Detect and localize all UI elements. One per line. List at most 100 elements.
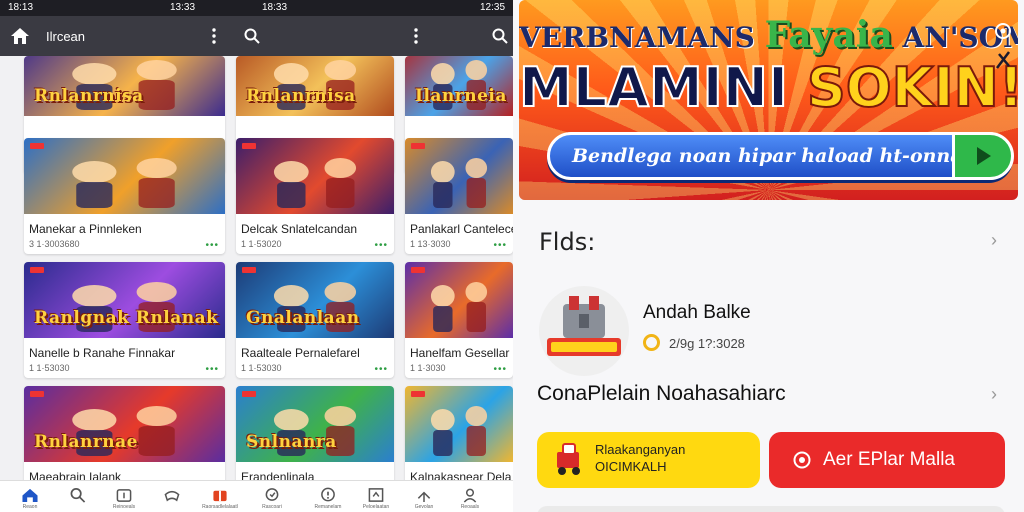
yellow-button-label: Rlaakanganyan OICIMKALH	[595, 441, 685, 475]
nav-item-controller[interactable]	[148, 481, 196, 512]
play-icon	[952, 132, 1014, 180]
game-card[interactable]: Ranlgnak Rnlanak Nanelle b Ranahe Finnaka…	[24, 262, 225, 378]
promo-banner[interactable]: VERBNAMANS Fayaia AN'SOMANIERHA! MLAMINI…	[519, 0, 1018, 200]
game-title: Hanelfam Gesellar	[410, 346, 510, 360]
new-badge	[30, 391, 44, 397]
info-icon	[321, 487, 335, 502]
nav-item-label: Peloelaatan	[362, 504, 390, 510]
more-icon[interactable]	[212, 16, 216, 56]
featured-app-row[interactable]: Andah Balke 2/9g 1?:3028	[539, 286, 1009, 376]
new-badge	[411, 391, 425, 397]
nav-item-info[interactable]: Remanelam	[304, 481, 352, 512]
box-icon	[116, 489, 132, 502]
game-thumbnail	[405, 262, 513, 338]
new-badge	[242, 391, 256, 397]
search-icon	[70, 488, 86, 503]
game-thumbnail	[405, 386, 513, 462]
status-bar: 18:13 13:33 18:33 12:35	[0, 0, 513, 16]
new-badge	[30, 143, 44, 149]
nav-item-badge[interactable]: Rascoari	[248, 481, 296, 512]
nav-item-gift[interactable]: Raorsadlelalaatl	[196, 481, 244, 512]
share-arrow-icon[interactable]	[994, 50, 1012, 75]
nav-item-search[interactable]	[54, 481, 102, 512]
profile-icon	[463, 488, 477, 503]
nav-item-label: Rascoari	[262, 504, 282, 510]
app-name: Andah Balke	[643, 302, 751, 323]
game-thumbnail: Rnlanrnisa	[236, 56, 394, 116]
game-card[interactable]: Delcak Snlatelcandan 1 1·53020 •••	[236, 138, 394, 254]
nav-item-label: Reoaals	[460, 504, 480, 510]
nav-item-label: Remanelam	[314, 504, 342, 510]
right-screen: VERBNAMANS Fayaia AN'SOMANIERHA! MLAMINI…	[513, 0, 1024, 512]
red-button-label: Aer EPlar Malla	[823, 449, 955, 470]
status-dots-icon: •••	[374, 240, 388, 251]
game-logo: Rnlanrnisa	[34, 86, 144, 106]
game-thumbnail	[236, 138, 394, 214]
delivery-icon	[553, 442, 587, 483]
nav-item-home[interactable]: Reaon	[6, 481, 54, 512]
game-logo: Rnlanrnisa	[246, 86, 356, 106]
banner-headline-part-2: Fayaia	[764, 14, 893, 56]
bottom-nav: Reaon Reinoeals Raorsadlelalaatl Rascoari Re…	[0, 480, 513, 512]
game-logo: Ilanrneia	[415, 86, 507, 106]
game-card[interactable]: Manekar a Pinnleken 3 1·3003680 •••	[24, 138, 225, 254]
status-time-2: 13:33	[170, 2, 196, 13]
game-card[interactable]: Hanelfam Gesellar 1 1·3030 •••	[405, 262, 513, 378]
chevron-right-icon-2[interactable]: ›	[991, 384, 997, 405]
game-title: Delcak Snlatelcandan	[241, 222, 358, 236]
bottom-strip	[537, 506, 1005, 512]
app-meta: 2/9g 1?:3028	[669, 336, 745, 351]
search-icon-2[interactable]	[492, 16, 508, 56]
banner-title-part-1: MLAMINI	[519, 55, 789, 120]
nav-item-share[interactable]: Gevolan	[400, 481, 448, 512]
promo-title: ConaPlelain Noahasahiarc	[537, 382, 786, 405]
red-action-button[interactable]: Aer EPlar Malla	[769, 432, 1005, 488]
game-card[interactable]: Panlakarl Cantelecean 1 13·3030 •••	[405, 138, 513, 254]
game-card[interactable]: Rnlanrnae Maeabrain Ialank	[24, 386, 225, 486]
nav-item-label: Gevolan	[414, 504, 434, 510]
game-thumbnail: Gnalanlaan	[236, 262, 394, 338]
game-logo: Gnalanlaan	[246, 308, 360, 328]
status-time-4: 12:35	[480, 2, 506, 13]
close-circle-icon[interactable]	[994, 22, 1012, 45]
status-dots-icon: •••	[205, 240, 219, 251]
more-icon-2[interactable]	[414, 16, 418, 56]
game-thumbnail: Rnlanrnisa	[24, 56, 225, 116]
game-thumbnail	[24, 138, 225, 214]
game-logo: Snlnanra	[246, 432, 337, 452]
rating-icon	[643, 334, 660, 351]
search-icon[interactable]	[244, 16, 260, 56]
yellow-action-button[interactable]: Rlaakanganyan OICIMKALH	[537, 432, 760, 488]
game-thumbnail: Ilanrneia	[405, 56, 513, 116]
nav-item-grid[interactable]: Peloelaatan	[352, 481, 400, 512]
yellow-button-line-1: Rlaakanganyan	[595, 442, 686, 457]
game-meta: 1 1·53030	[29, 363, 70, 373]
chevron-right-icon[interactable]: ›	[991, 230, 997, 251]
game-thumbnail	[405, 138, 513, 214]
share-icon	[417, 491, 431, 503]
home-icon[interactable]	[10, 16, 30, 56]
nav-item-profile[interactable]: Reoaals	[446, 481, 494, 512]
game-thumbnail: Ranlgnak Rnlanak	[24, 262, 225, 338]
app-icon	[539, 286, 629, 376]
game-card[interactable]: Snlnanra Erandenlinala	[236, 386, 394, 486]
record-icon	[793, 451, 811, 474]
banner-headline: VERBNAMANS Fayaia AN'SOMANIERHA!	[519, 14, 1018, 56]
game-title: Panlakarl Cantelecean	[410, 222, 513, 236]
game-card[interactable]: Kalnakasnear Dela	[405, 386, 513, 486]
game-meta: 1 1·3030	[410, 363, 446, 373]
home-icon	[22, 488, 38, 503]
nav-item-box[interactable]: Reinoeals	[100, 481, 148, 512]
banner-headline-part-1: VERBNAMANS	[519, 21, 755, 54]
game-logo: Ranlgnak Rnlanak	[34, 308, 219, 328]
grid-icon	[368, 488, 384, 502]
banner-title-part-2: SOKIN!	[806, 55, 1018, 120]
game-card[interactable]: Gnalanlaan Raalteale Pernalefarel 1 1·5303…	[236, 262, 394, 378]
app-bar: Ilrcean	[0, 16, 513, 56]
yellow-button-line-2: OICIMKALH	[595, 459, 667, 474]
game-title: Manekar a Pinnleken	[29, 222, 142, 236]
banner-title: MLAMINI SOKIN!	[519, 55, 1018, 120]
banner-cta-label: Bendlega noan hipar haload ht-onnar	[572, 145, 973, 167]
new-badge	[411, 267, 425, 273]
banner-cta-button[interactable]: Bendlega noan hipar haload ht-onnar	[547, 132, 1014, 180]
